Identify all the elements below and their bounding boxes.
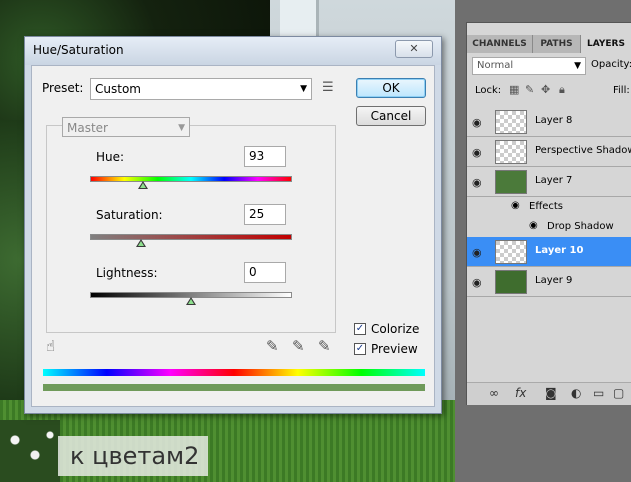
chevron-down-icon: ▼ bbox=[574, 61, 581, 71]
layer-name: Layer 8 bbox=[535, 115, 573, 126]
dialog-titlebar[interactable]: Hue/Saturation ✕ bbox=[25, 37, 441, 65]
opacity-label: Opacity: bbox=[591, 59, 631, 70]
visibility-eye-icon[interactable]: ◉ bbox=[472, 116, 482, 129]
lightness-input[interactable]: 0 bbox=[244, 262, 286, 283]
cancel-button[interactable]: Cancel bbox=[356, 106, 426, 126]
hand-adjust-icon[interactable]: ☝ bbox=[46, 337, 55, 355]
drop-shadow-label: Drop Shadow bbox=[547, 221, 614, 232]
adjustment-icon[interactable]: ◐ bbox=[571, 386, 581, 400]
layer-row[interactable]: ◉ Layer 9 bbox=[467, 267, 631, 297]
tab-paths[interactable]: PATHS bbox=[533, 35, 581, 53]
caption-label: к цветам2 bbox=[58, 436, 208, 476]
lock-all-icon[interactable]: 🔒︎ bbox=[559, 83, 565, 97]
hue-slider[interactable] bbox=[90, 176, 292, 182]
blend-mode-select[interactable]: Normal ▼ bbox=[472, 57, 586, 75]
layers-panel: CHANNELS PATHS LAYERS Normal ▼ Opacity: … bbox=[466, 22, 631, 405]
eyedropper-plus-icon[interactable]: ✎ bbox=[292, 337, 305, 355]
layer-thumbnail bbox=[495, 270, 527, 294]
link-icon[interactable]: ∞ bbox=[489, 386, 499, 400]
dialog-client: Preset: Custom ▼ ☰ OK Cancel Master ▼ Hu… bbox=[31, 65, 435, 407]
saturation-label: Saturation: bbox=[96, 208, 163, 222]
dialog-title: Hue/Saturation bbox=[33, 43, 124, 57]
panel-toolbar: ∞ fx ◙ ◐ ▭ ▢ bbox=[467, 382, 631, 405]
preset-value: Custom bbox=[95, 82, 141, 96]
effects-eye-icon[interactable]: ◉ bbox=[511, 200, 520, 211]
new-group-icon[interactable]: ▭ bbox=[593, 386, 604, 400]
panel-tabs: CHANNELS PATHS LAYERS bbox=[467, 35, 631, 53]
lock-position-icon[interactable]: ✥ bbox=[541, 83, 550, 96]
saturation-slider[interactable] bbox=[90, 234, 292, 240]
close-button[interactable]: ✕ bbox=[395, 40, 433, 58]
layer-row[interactable]: ◉ Layer 7 bbox=[467, 167, 631, 197]
white-flowers bbox=[0, 420, 60, 482]
layer-row[interactable]: ◉ Perspective Shadow bbox=[467, 137, 631, 167]
lightness-label: Lightness: bbox=[96, 266, 158, 280]
hue-saturation-dialog: Hue/Saturation ✕ Preset: Custom ▼ ☰ OK C… bbox=[24, 36, 442, 414]
lock-image-icon[interactable]: ✎ bbox=[525, 83, 534, 96]
new-layer-icon[interactable]: ▢ bbox=[613, 386, 624, 400]
blend-mode-value: Normal bbox=[477, 60, 514, 71]
channel-value: Master bbox=[67, 121, 108, 135]
preset-options-icon[interactable]: ☰ bbox=[322, 80, 334, 95]
effects-label: Effects bbox=[529, 201, 563, 212]
hue-slider-thumb[interactable] bbox=[138, 181, 148, 189]
source-color-bar bbox=[43, 369, 425, 376]
colorize-label: Colorize bbox=[371, 322, 420, 336]
layer-thumbnail bbox=[495, 110, 527, 134]
layer-thumbnail bbox=[495, 140, 527, 164]
visibility-eye-icon[interactable]: ◉ bbox=[472, 146, 482, 159]
chevron-down-icon: ▼ bbox=[300, 84, 307, 94]
layer-name: Layer 7 bbox=[535, 175, 573, 186]
hue-label: Hue: bbox=[96, 150, 125, 164]
close-icon: ✕ bbox=[409, 42, 419, 55]
saturation-input[interactable]: 25 bbox=[244, 204, 286, 225]
chevron-down-icon: ▼ bbox=[178, 123, 185, 133]
layer-name: Layer 9 bbox=[535, 275, 573, 286]
result-color-bar bbox=[43, 384, 425, 391]
layer-row-selected[interactable]: ◉ Layer 10 bbox=[467, 237, 631, 267]
layer-row[interactable]: ◉ Layer 8 bbox=[467, 107, 631, 137]
layer-name: Layer 10 bbox=[535, 245, 584, 256]
colorize-checkbox[interactable]: ✓ bbox=[354, 323, 366, 335]
effects-row[interactable]: ◉ Effects bbox=[467, 197, 631, 217]
layer-name: Perspective Shadow bbox=[535, 145, 631, 156]
eyedropper-icon[interactable]: ✎ bbox=[266, 337, 279, 355]
drop-shadow-row[interactable]: ◉ Drop Shadow bbox=[467, 217, 631, 237]
tab-channels[interactable]: CHANNELS bbox=[467, 35, 533, 53]
layer-thumbnail bbox=[495, 170, 527, 194]
hue-input[interactable]: 93 bbox=[244, 146, 286, 167]
lock-label: Lock: bbox=[475, 85, 502, 96]
layer-thumbnail bbox=[495, 240, 527, 264]
preview-label: Preview bbox=[371, 342, 418, 356]
preview-checkbox[interactable]: ✓ bbox=[354, 343, 366, 355]
preset-select[interactable]: Custom ▼ bbox=[90, 78, 312, 100]
channel-select[interactable]: Master ▼ bbox=[62, 117, 190, 137]
preset-label: Preset: bbox=[42, 81, 84, 95]
visibility-eye-icon[interactable]: ◉ bbox=[472, 176, 482, 189]
ok-button[interactable]: OK bbox=[356, 78, 426, 98]
tab-layers[interactable]: LAYERS bbox=[581, 35, 631, 53]
lock-transparency-icon[interactable]: ▦ bbox=[509, 83, 519, 96]
eyedropper-minus-icon[interactable]: ✎ bbox=[318, 337, 331, 355]
lightness-slider-thumb[interactable] bbox=[186, 297, 196, 305]
fx-icon[interactable]: fx bbox=[515, 386, 526, 400]
mask-icon[interactable]: ◙ bbox=[545, 386, 557, 400]
fill-label: Fill: bbox=[613, 85, 630, 96]
visibility-eye-icon[interactable]: ◉ bbox=[472, 276, 482, 289]
visibility-eye-icon[interactable]: ◉ bbox=[472, 246, 482, 259]
drop-shadow-eye-icon[interactable]: ◉ bbox=[529, 220, 538, 231]
saturation-slider-thumb[interactable] bbox=[136, 239, 146, 247]
